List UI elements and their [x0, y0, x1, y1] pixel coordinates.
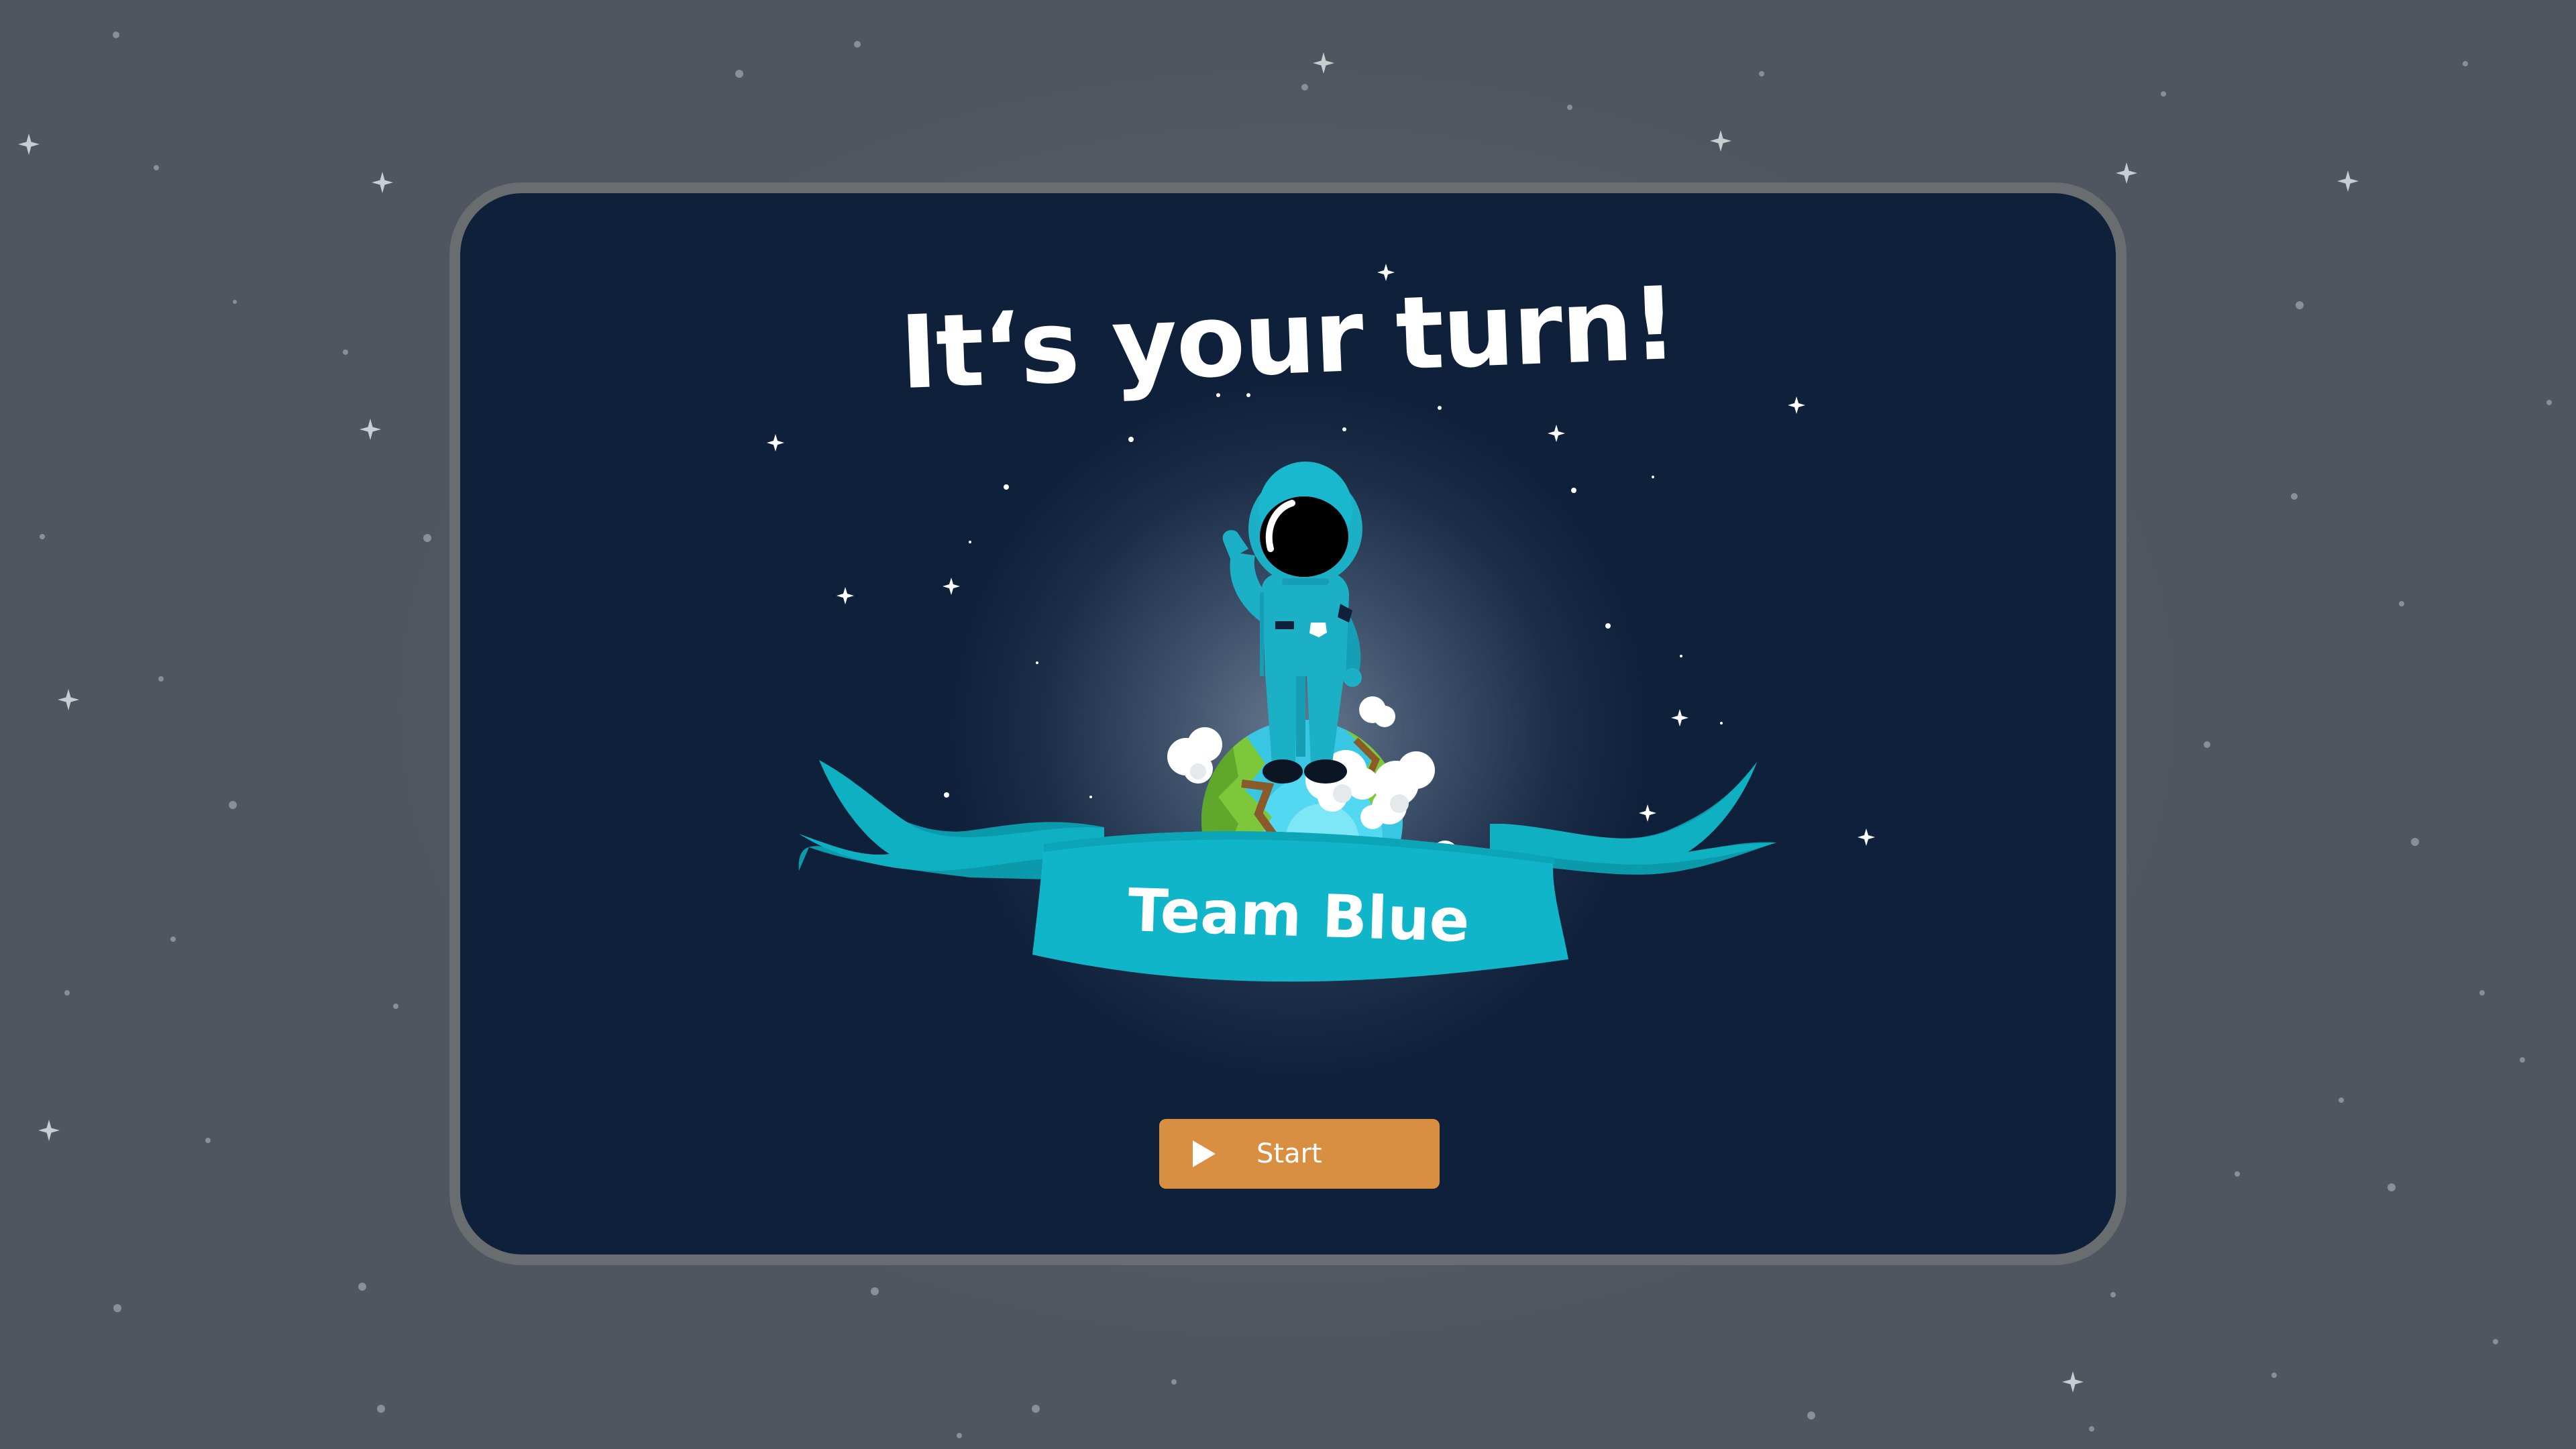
team-name: Team Blue [1126, 875, 1471, 955]
start-button-label: Start [1256, 1138, 1322, 1169]
play-icon [1193, 1140, 1216, 1167]
turn-dialog: It‘s your turn! Team Blue Start [449, 182, 2127, 1265]
game-screen: It‘s your turn! Team Blue Start [0, 0, 2576, 1449]
start-button[interactable]: Start [1159, 1119, 1440, 1189]
astronaut-on-planet-illustration [798, 462, 1776, 982]
